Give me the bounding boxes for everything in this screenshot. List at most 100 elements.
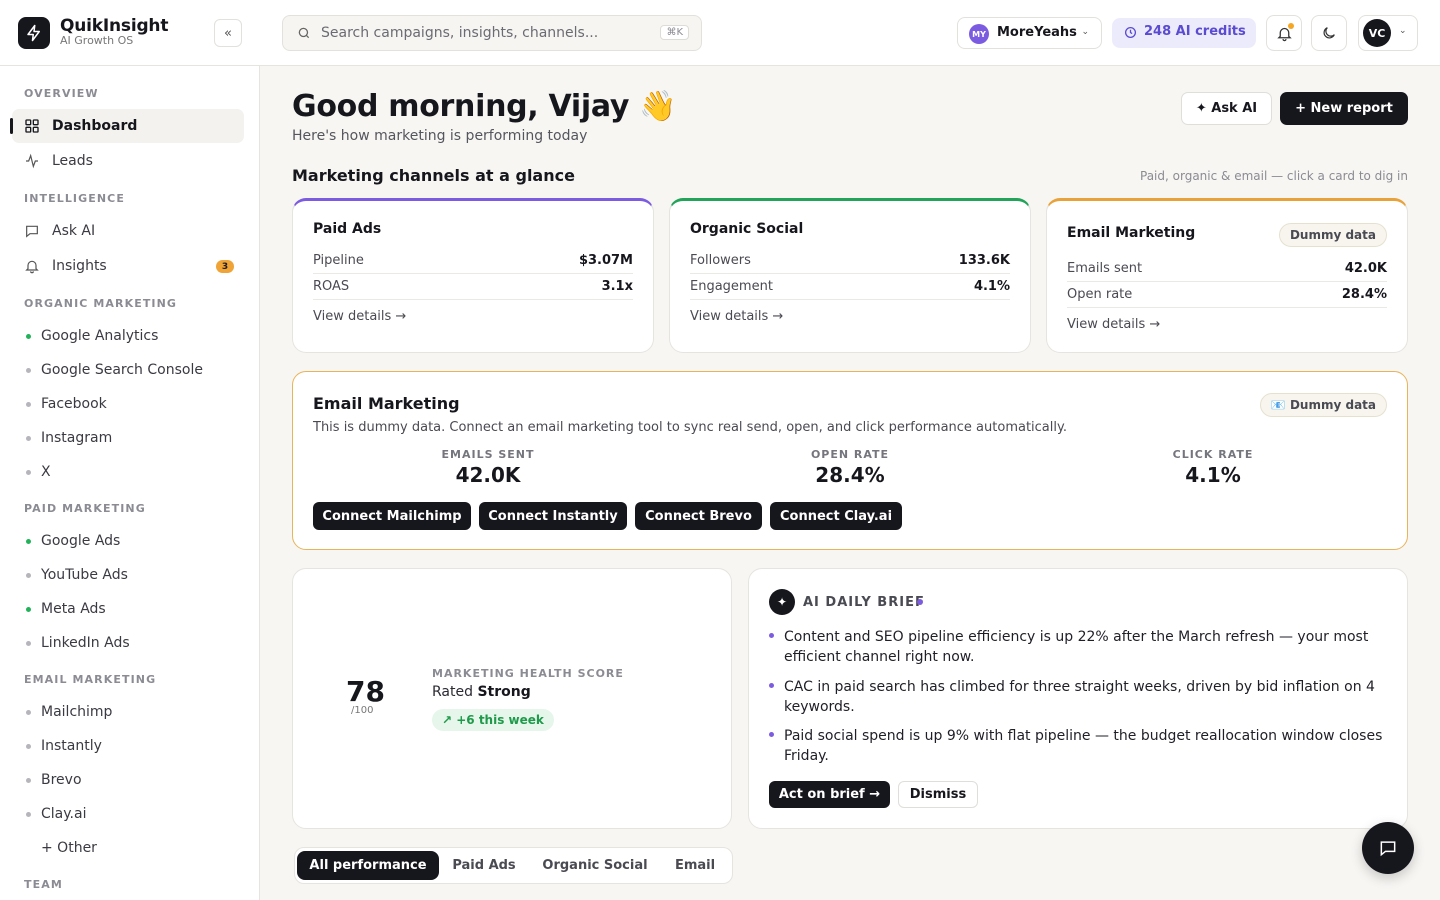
ask-ai-button[interactable]: ✦ Ask AI (1181, 92, 1272, 125)
brief-item: Content and SEO pipeline efficiency is u… (784, 629, 1369, 665)
brand-name: QuikInsight (60, 16, 169, 36)
stat-value: 28.4% (815, 463, 885, 487)
search-bar[interactable]: Search campaigns, insights, channels... … (282, 15, 702, 51)
sidebar-section-overview: OVERVIEW (24, 87, 99, 100)
logo[interactable] (18, 17, 50, 49)
sidebar-item-mailchimp[interactable]: Mailchimp (12, 695, 244, 729)
sidebar-item-google-analytics[interactable]: Google Analytics (12, 319, 244, 353)
sidebar-item-dashboard[interactable]: Dashboard (10, 109, 244, 143)
chat-button[interactable] (1362, 822, 1414, 874)
sidebar-item-leads[interactable]: Leads (12, 144, 244, 178)
sidebar-item-ask-ai[interactable]: Ask AI (12, 214, 244, 248)
status-dot (26, 641, 31, 646)
metric-label: Engagement (690, 279, 773, 294)
brand-tagline: AI Growth OS (60, 34, 134, 47)
sidebar-item-insights[interactable]: Insights 3 (12, 249, 244, 283)
avatar: VC (1363, 19, 1391, 47)
sidebar-item-other[interactable]: + Other (12, 831, 244, 865)
sidebar-item-label: Facebook (41, 396, 107, 412)
status-dot (26, 334, 31, 339)
stat-emails-sent: EMAILS SENT 42.0K (388, 448, 588, 487)
sidebar-item-label: Clay.ai (41, 806, 87, 822)
metric-value: 4.1% (973, 279, 1010, 294)
sidebar-item-x[interactable]: X (12, 455, 244, 489)
channel-card-email-marketing[interactable]: Email Marketing Dummy data Emails sent 4… (1046, 198, 1408, 353)
email-marketing-panel: Email Marketing 📧 Dummy data This is dum… (292, 371, 1408, 550)
bullet-icon (769, 633, 774, 638)
sidebar-item-linkedin-ads[interactable]: LinkedIn Ads (12, 626, 244, 660)
ai-credits-label: 248 AI credits (1144, 24, 1246, 39)
tab-all-performance[interactable]: All performance (297, 851, 439, 880)
sidebar-item-google-search-console[interactable]: Google Search Console (12, 353, 244, 387)
sidebar-item-label: Dashboard (52, 118, 138, 134)
user-menu[interactable]: VC ⌄ (1358, 15, 1418, 51)
bullet-icon (769, 683, 774, 688)
search-shortcut: ⌘K (660, 25, 689, 40)
bell-icon (25, 260, 39, 274)
search-input[interactable]: Search campaigns, insights, channels... (321, 25, 598, 41)
status-dot (26, 573, 31, 578)
notifications-button[interactable] (1266, 15, 1302, 51)
channel-card-title: Email Marketing (1067, 225, 1196, 241)
sidebar-item-label: Google Ads (41, 533, 121, 549)
stat-label: OPEN RATE (810, 448, 890, 461)
view-details-link[interactable]: View details → (313, 309, 406, 324)
theme-toggle-button[interactable] (1311, 15, 1347, 51)
view-details-link[interactable]: View details → (690, 309, 783, 324)
notification-dot (1288, 23, 1294, 29)
chevron-down-icon: ⌄ (1081, 27, 1089, 37)
sidebar-section-team: TEAM (24, 878, 63, 891)
sidebar-item-label: LinkedIn Ads (41, 635, 130, 651)
sidebar-item-google-ads[interactable]: Google Ads (12, 524, 244, 558)
page-title: Good morning, Vijay 👋 (292, 89, 677, 124)
sidebar-item-label: Google Analytics (41, 328, 159, 344)
sidebar-item-facebook[interactable]: Facebook (12, 387, 244, 421)
sidebar-item-meta-ads[interactable]: Meta Ads (12, 592, 244, 626)
connect-mailchimp-button[interactable]: Connect Mailchimp (313, 502, 471, 530)
tab-email[interactable]: Email (663, 851, 727, 880)
metric-value: 133.6K (958, 253, 1010, 268)
tab-organic-social[interactable]: Organic Social (531, 851, 659, 880)
channel-card-organic-social[interactable]: Organic Social Followers 133.6K Engageme… (669, 198, 1031, 353)
sidebar-item-label: Mailchimp (41, 704, 113, 720)
channel-card-paid-ads[interactable]: Paid Ads Pipeline $3.07M ROAS 3.1x View … (292, 198, 654, 353)
sidebar-item-youtube-ads[interactable]: YouTube Ads (12, 558, 244, 592)
sidebar-section-email: EMAIL MARKETING (24, 673, 157, 686)
health-delta-badge: ↗ +6 this week (432, 709, 554, 731)
sidebar-item-label: + Other (41, 840, 97, 856)
rating-prefix: Rated (432, 684, 478, 700)
status-dot (26, 368, 31, 373)
workspace-switcher[interactable]: MY MoreYeahs ⌄ (957, 17, 1102, 49)
channel-card-title: Paid Ads (313, 221, 382, 237)
workspace-name: MoreYeahs (997, 25, 1077, 40)
channel-card-title: Organic Social (690, 221, 804, 237)
view-details-link[interactable]: View details → (1067, 317, 1160, 332)
connect-instantly-button[interactable]: Connect Instantly (479, 502, 627, 530)
metric-row: Followers 133.6K (690, 248, 1010, 274)
status-dot (26, 607, 31, 612)
sidebar-item-instagram[interactable]: Instagram (12, 421, 244, 455)
sidebar-item-label: Meta Ads (41, 601, 106, 617)
sidebar-item-brevo[interactable]: Brevo (12, 763, 244, 797)
sidebar-item-clay-ai[interactable]: Clay.ai (12, 797, 244, 831)
connect-clay-ai-button[interactable]: Connect Clay.ai (770, 502, 902, 530)
activity-icon (26, 153, 38, 169)
ai-credits-badge[interactable]: 248 AI credits (1112, 18, 1256, 48)
act-on-brief-button[interactable]: Act on brief → (769, 781, 890, 808)
brief-item: CAC in paid search has climbed for three… (784, 679, 1375, 715)
connect-brevo-button[interactable]: Connect Brevo (635, 502, 762, 530)
sidebar-item-instantly[interactable]: Instantly (12, 729, 244, 763)
new-report-button[interactable]: + New report (1280, 92, 1408, 125)
dismiss-button[interactable]: Dismiss (898, 781, 978, 808)
live-dot (917, 599, 923, 605)
status-dot (26, 436, 31, 441)
collapse-sidebar-button[interactable]: « (214, 19, 242, 47)
tab-paid-ads[interactable]: Paid Ads (444, 851, 524, 880)
status-dot (26, 778, 31, 783)
chat-icon (1380, 841, 1396, 857)
health-score-max: /100 (351, 705, 374, 716)
sidebar: OVERVIEW Dashboard Leads INTELLIGENCE As… (0, 66, 260, 900)
metric-value: 42.0K (1344, 261, 1387, 276)
metric-label: ROAS (313, 279, 350, 294)
sparkle-icon: ✦ (769, 589, 795, 615)
